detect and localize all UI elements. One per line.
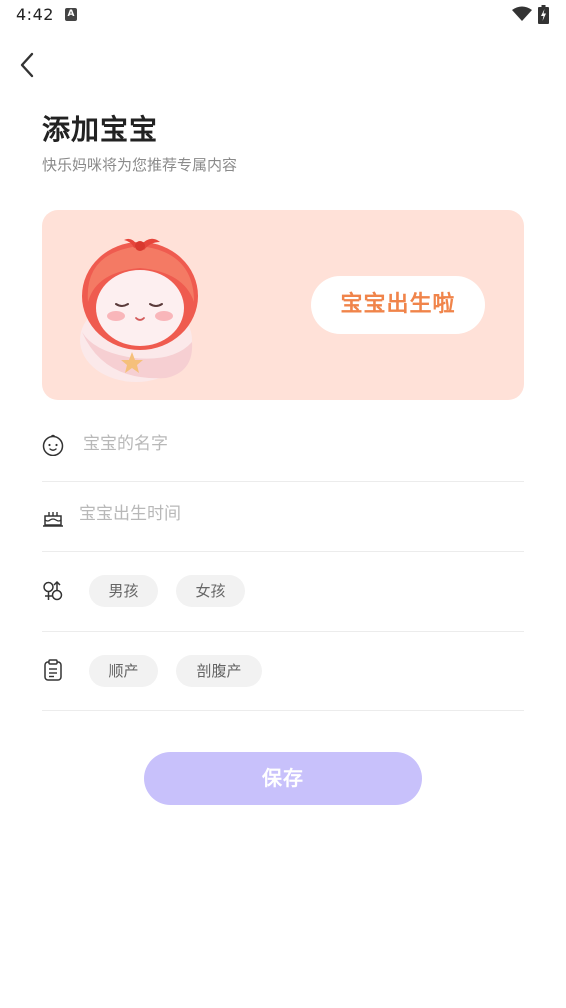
baby-face-icon	[42, 434, 64, 456]
born-banner[interactable]: 宝宝出生啦	[42, 210, 524, 400]
baby-mascot-image	[80, 238, 198, 382]
cake-icon	[43, 512, 63, 527]
notification-letter: A	[67, 9, 75, 19]
delivery-option-cesarean[interactable]: 剖腹产	[176, 655, 262, 687]
gender-icon	[43, 580, 63, 601]
delivery-option-natural[interactable]: 顺产	[89, 655, 158, 687]
birth-time-row	[42, 482, 524, 552]
back-button[interactable]	[14, 50, 44, 80]
birth-time-field[interactable]	[79, 504, 459, 524]
status-time: 4:42	[16, 5, 54, 24]
baby-name-input[interactable]	[83, 434, 463, 454]
battery-charging-icon	[538, 5, 549, 24]
delivery-row: 顺产 剖腹产	[42, 632, 524, 711]
gender-row: 男孩 女孩	[42, 552, 524, 632]
clipboard-icon	[44, 659, 62, 681]
notification-a-icon: A	[65, 8, 77, 21]
page-title: 添加宝宝	[42, 113, 159, 146]
status-bar: 4:42 A	[0, 0, 566, 30]
gender-option-boy[interactable]: 男孩	[89, 575, 158, 607]
baby-born-button[interactable]: 宝宝出生啦	[311, 276, 485, 334]
add-baby-screen: 4:42 A 添加宝宝 快乐妈咪将为您推荐专属内容 宝宝出生啦 宝宝的名字 宝宝…	[0, 0, 566, 1008]
wifi-icon	[512, 6, 532, 21]
page-subtitle: 快乐妈咪将为您推荐专属内容	[42, 156, 238, 174]
gender-option-girl[interactable]: 女孩	[176, 575, 245, 607]
name-row	[42, 412, 524, 482]
save-button[interactable]: 保存	[144, 752, 422, 805]
chevron-left-icon	[20, 52, 34, 78]
